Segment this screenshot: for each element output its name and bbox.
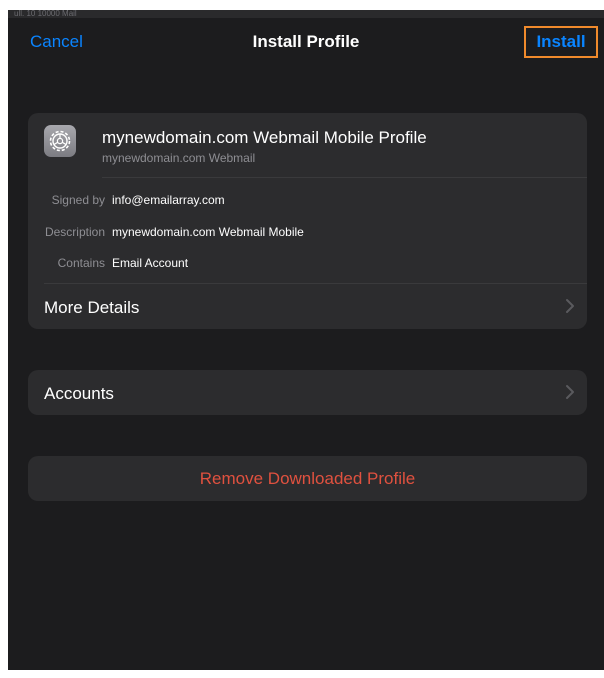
accounts-label: Accounts xyxy=(44,384,114,403)
profile-name: mynewdomain.com Webmail Mobile Profile xyxy=(102,128,427,147)
detail-row-description: Description mynewdomain.com Webmail Mobi… xyxy=(28,225,587,241)
detail-label: Description xyxy=(44,225,105,239)
chevron-right-icon xyxy=(566,299,574,313)
install-profile-screen: ull. 10 10000 Mail Cancel Install Profil… xyxy=(8,10,604,670)
more-details-row[interactable]: More Details xyxy=(28,284,587,329)
detail-label: Signed by xyxy=(51,193,105,207)
detail-value: mynewdomain.com Webmail Mobile xyxy=(112,225,304,239)
detail-label: Contains xyxy=(57,256,105,270)
install-button[interactable]: Install xyxy=(524,26,598,58)
install-button-label: Install xyxy=(536,32,586,51)
accounts-row[interactable]: Accounts xyxy=(28,370,587,415)
page-title: Install Profile xyxy=(252,32,360,51)
detail-row-signed-by: Signed by info@emailarray.com xyxy=(28,193,587,209)
status-strip: ull. 10 10000 Mail xyxy=(8,10,604,18)
navigation-bar: Cancel Install Profile Install xyxy=(8,18,604,72)
remove-profile-button[interactable]: Remove Downloaded Profile xyxy=(28,456,587,501)
more-details-label: More Details xyxy=(44,298,140,317)
divider xyxy=(102,177,587,178)
profile-subtitle: mynewdomain.com Webmail xyxy=(102,151,256,165)
detail-value: Email Account xyxy=(112,256,189,270)
remove-profile-label: Remove Downloaded Profile xyxy=(199,468,416,488)
profile-card: mynewdomain.com Webmail Mobile Profile m… xyxy=(28,113,587,329)
chevron-right-icon xyxy=(566,385,574,399)
detail-value: info@emailarray.com xyxy=(112,193,225,207)
detail-row-contains: Contains Email Account xyxy=(28,256,587,272)
gear-icon xyxy=(44,125,76,157)
